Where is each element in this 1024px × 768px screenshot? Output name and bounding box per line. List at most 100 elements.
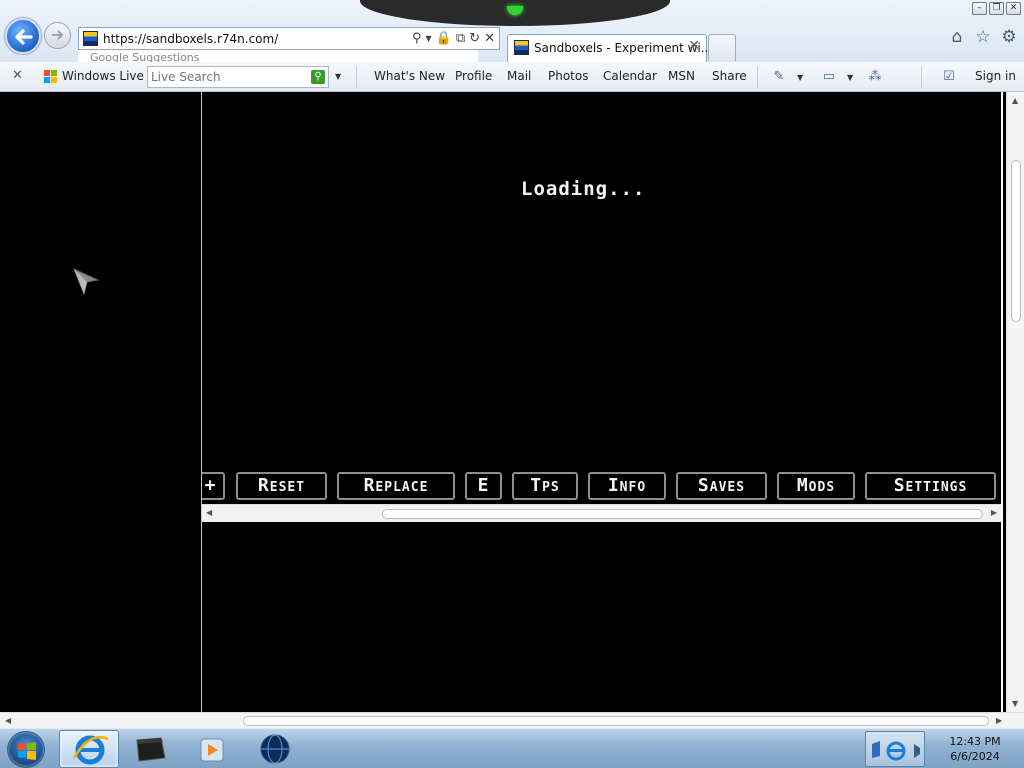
volume-icon[interactable]	[914, 744, 920, 758]
reset-button[interactable]: Reset	[236, 472, 327, 500]
window-dropdown-icon[interactable]: ▼	[847, 73, 853, 82]
toolbar-button-plus[interactable]: +	[202, 472, 225, 500]
browser-titlebar: – ❐ ✕ https://sandboxels.r74n.com/ ⚲ ▼ 🔒…	[0, 0, 1024, 62]
command-bar: ✕ Windows Live ⚲ ▼ What's New Profile Ma…	[0, 62, 1024, 92]
game-frame-right-border	[1001, 92, 1003, 712]
lock-icon[interactable]: 🔒	[436, 31, 452, 47]
system-clock[interactable]: 12:43 PM 6/6/2024	[940, 734, 1010, 764]
divider	[356, 66, 357, 88]
restore-button[interactable]: ❐	[989, 2, 1004, 15]
link-calendar[interactable]: Calendar	[603, 69, 657, 83]
tab-title: Sandboxels - Experiment wi...	[534, 41, 713, 55]
link-msn[interactable]: MSN	[668, 69, 695, 83]
address-actions: ⚲ ▼ 🔒 ⧉ ↻ ✕	[412, 31, 495, 47]
loading-text: Loading...	[521, 178, 646, 200]
shield-icon[interactable]	[872, 741, 880, 758]
window-icon[interactable]: ▭	[821, 69, 837, 84]
e-button[interactable]: E	[465, 472, 502, 500]
search-icon[interactable]: ⚲	[412, 31, 422, 47]
tools-gear-icon[interactable]: ⚙	[998, 26, 1020, 48]
sign-in-link[interactable]: Sign in	[975, 69, 1016, 83]
compatibility-icon[interactable]: ⧉	[456, 31, 465, 47]
system-tray	[865, 731, 925, 767]
tab-sandboxels[interactable]: Sandboxels - Experiment wi... ✕	[507, 34, 712, 62]
tps-button[interactable]: Tps	[512, 472, 578, 500]
scroll-up-icon[interactable]: ▲	[1012, 96, 1018, 105]
home-icon[interactable]: ⌂	[946, 26, 968, 48]
back-arrow-icon	[15, 29, 33, 45]
forward-arrow-icon	[52, 30, 64, 40]
translate-icon[interactable]: ⁂	[867, 69, 883, 84]
page-scroll-right-icon[interactable]: ▶	[996, 716, 1002, 725]
toolbar-scroll-thumb[interactable]	[382, 509, 983, 519]
minimize-button[interactable]: –	[972, 2, 987, 15]
media-player-icon	[200, 738, 224, 762]
mods-button[interactable]: Mods	[777, 472, 855, 500]
address-suggestions[interactable]: Google Suggestions	[78, 50, 478, 62]
link-mail[interactable]: Mail	[507, 69, 531, 83]
suggestion-label[interactable]: Google Suggestions	[90, 52, 200, 63]
game-toolbar: + Reset Replace E Tps Info Saves Mods Se…	[202, 472, 1001, 502]
mouse-cursor-icon	[73, 268, 100, 296]
refresh-icon[interactable]: ↻	[469, 31, 480, 47]
link-whats-new[interactable]: What's New	[374, 69, 445, 83]
edit-dropdown-icon[interactable]: ▼	[797, 73, 803, 82]
dropdown-icon[interactable]: ▼	[426, 31, 432, 47]
globe-icon	[260, 734, 290, 764]
search-go-icon[interactable]: ⚲	[311, 70, 325, 84]
link-photos[interactable]: Photos	[548, 69, 588, 83]
screen: – ❐ ✕ https://sandboxels.r74n.com/ ⚲ ▼ 🔒…	[0, 0, 1024, 768]
settings-button[interactable]: Settings	[865, 472, 996, 500]
close-tab-icon[interactable]: ✕	[688, 38, 700, 54]
url-text[interactable]: https://sandboxels.r74n.com/	[103, 32, 278, 46]
scroll-right-icon[interactable]: ▶	[991, 508, 997, 517]
taskbar-globe-app[interactable]	[244, 730, 304, 768]
scroll-down-icon[interactable]: ▼	[1012, 699, 1018, 708]
new-tab-button[interactable]	[708, 34, 736, 61]
windows-live-link[interactable]: Windows Live	[62, 69, 144, 83]
taskbar-internet-explorer[interactable]	[59, 730, 119, 768]
forward-button[interactable]	[44, 22, 71, 49]
clock-date: 6/6/2024	[950, 750, 1000, 763]
link-profile[interactable]: Profile	[455, 69, 492, 83]
info-button[interactable]: Info	[588, 472, 666, 500]
taskbar-app-black[interactable]	[121, 730, 181, 768]
page-viewport[interactable]: Loading... + Reset Replace E Tps Info Sa…	[0, 92, 1006, 712]
stop-icon[interactable]: ✕	[484, 31, 495, 47]
link-share[interactable]: Share	[712, 69, 747, 83]
browser-right-icons: ⌂ ☆ ⚙	[946, 26, 1024, 52]
webcam-indicator-icon	[507, 6, 523, 15]
tab-favicon-icon	[514, 40, 529, 55]
divider	[757, 66, 758, 88]
replace-button[interactable]: Replace	[337, 472, 455, 500]
page-scroll-left-icon[interactable]: ◀	[5, 716, 11, 725]
tray-icons	[872, 741, 920, 761]
page-horizontal-scrollbar[interactable]: ◀ ▶	[0, 712, 1024, 728]
windows-flag-icon	[43, 69, 58, 84]
back-button[interactable]	[5, 18, 41, 54]
favorites-star-icon[interactable]: ☆	[972, 26, 994, 48]
vertical-scroll-thumb[interactable]	[1011, 160, 1021, 322]
taskbar-media-player[interactable]	[181, 730, 241, 768]
live-search-input[interactable]	[151, 69, 306, 85]
search-dropdown-icon[interactable]: ▼	[335, 72, 341, 81]
toolbar-horizontal-scrollbar[interactable]: ◀ ▶	[202, 504, 1001, 522]
device-box-icon	[136, 737, 166, 762]
webcam-notch	[360, 0, 670, 26]
checkbox-icon[interactable]: ☑	[941, 69, 957, 84]
windows-logo-icon	[18, 742, 36, 760]
horizontal-scroll-thumb[interactable]	[243, 716, 989, 726]
edit-icon[interactable]: ✎	[771, 69, 787, 84]
live-search-box[interactable]: ⚲	[147, 66, 329, 88]
address-bar[interactable]: https://sandboxels.r74n.com/ ⚲ ▼ 🔒 ⧉ ↻ ✕	[78, 27, 500, 50]
internet-explorer-icon	[72, 735, 109, 765]
start-button[interactable]	[7, 731, 45, 768]
divider	[921, 66, 922, 88]
scroll-left-icon[interactable]: ◀	[206, 508, 212, 517]
taskbar: 12:43 PM 6/6/2024	[0, 728, 1024, 768]
page-vertical-scrollbar[interactable]: ▲ ▼	[1006, 92, 1024, 712]
saves-button[interactable]: Saves	[676, 472, 767, 500]
close-toolbar-icon[interactable]: ✕	[12, 68, 23, 83]
clock-time: 12:43 PM	[949, 735, 1001, 748]
close-window-button[interactable]: ✕	[1006, 2, 1021, 15]
